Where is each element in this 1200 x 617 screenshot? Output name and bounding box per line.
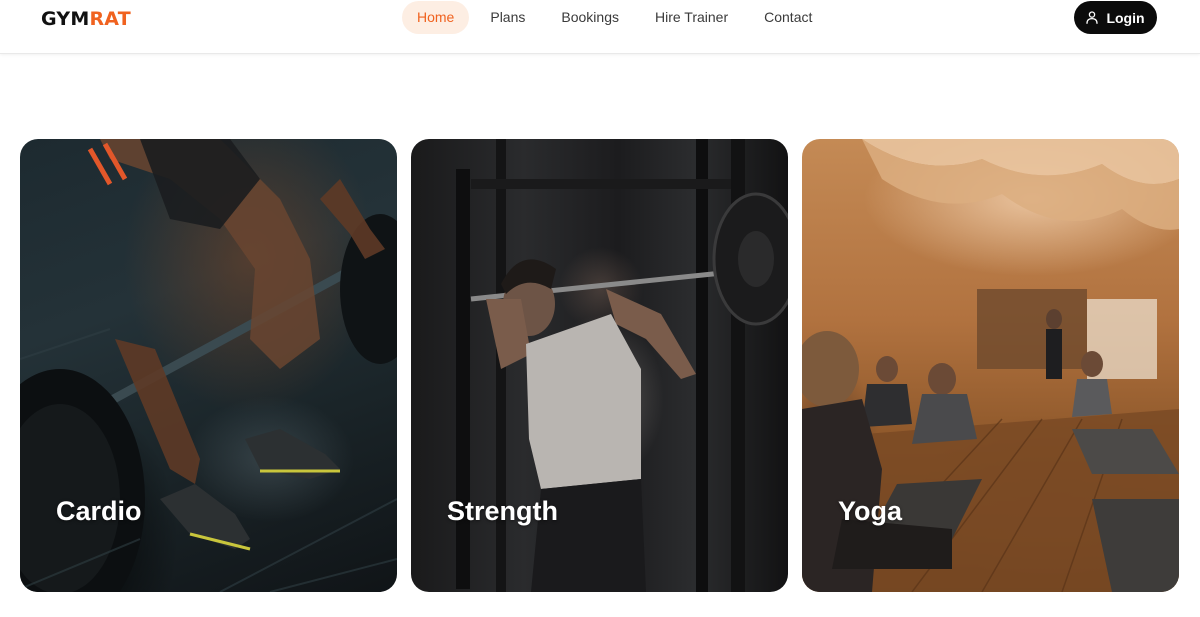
main-navigation: Home Plans Bookings Hire Trainer Contact [402, 1, 827, 34]
top-navbar: GYMRAT Home Plans Bookings Hire Trainer … [0, 0, 1200, 54]
login-label: Login [1106, 9, 1145, 26]
nav-plans[interactable]: Plans [475, 1, 540, 34]
nav-bookings[interactable]: Bookings [546, 1, 634, 34]
card-title-strength: Strength [447, 496, 558, 526]
user-icon [1086, 11, 1099, 24]
logo-text-rat: RAT [89, 8, 131, 30]
category-card-cardio[interactable]: Cardio [20, 139, 397, 592]
logo-text-gym: GYM [41, 8, 90, 30]
brand-logo[interactable]: GYMRAT [41, 8, 131, 30]
card-title-yoga: Yoga [838, 496, 903, 526]
nav-hire-trainer[interactable]: Hire Trainer [640, 1, 743, 34]
nav-home[interactable]: Home [402, 1, 470, 34]
category-card-strength[interactable]: Strength [411, 139, 788, 592]
nav-contact[interactable]: Contact [749, 1, 827, 34]
card-title-cardio: Cardio [56, 496, 142, 526]
login-button[interactable]: Login [1074, 1, 1157, 34]
category-card-yoga[interactable]: Yoga [802, 139, 1179, 592]
